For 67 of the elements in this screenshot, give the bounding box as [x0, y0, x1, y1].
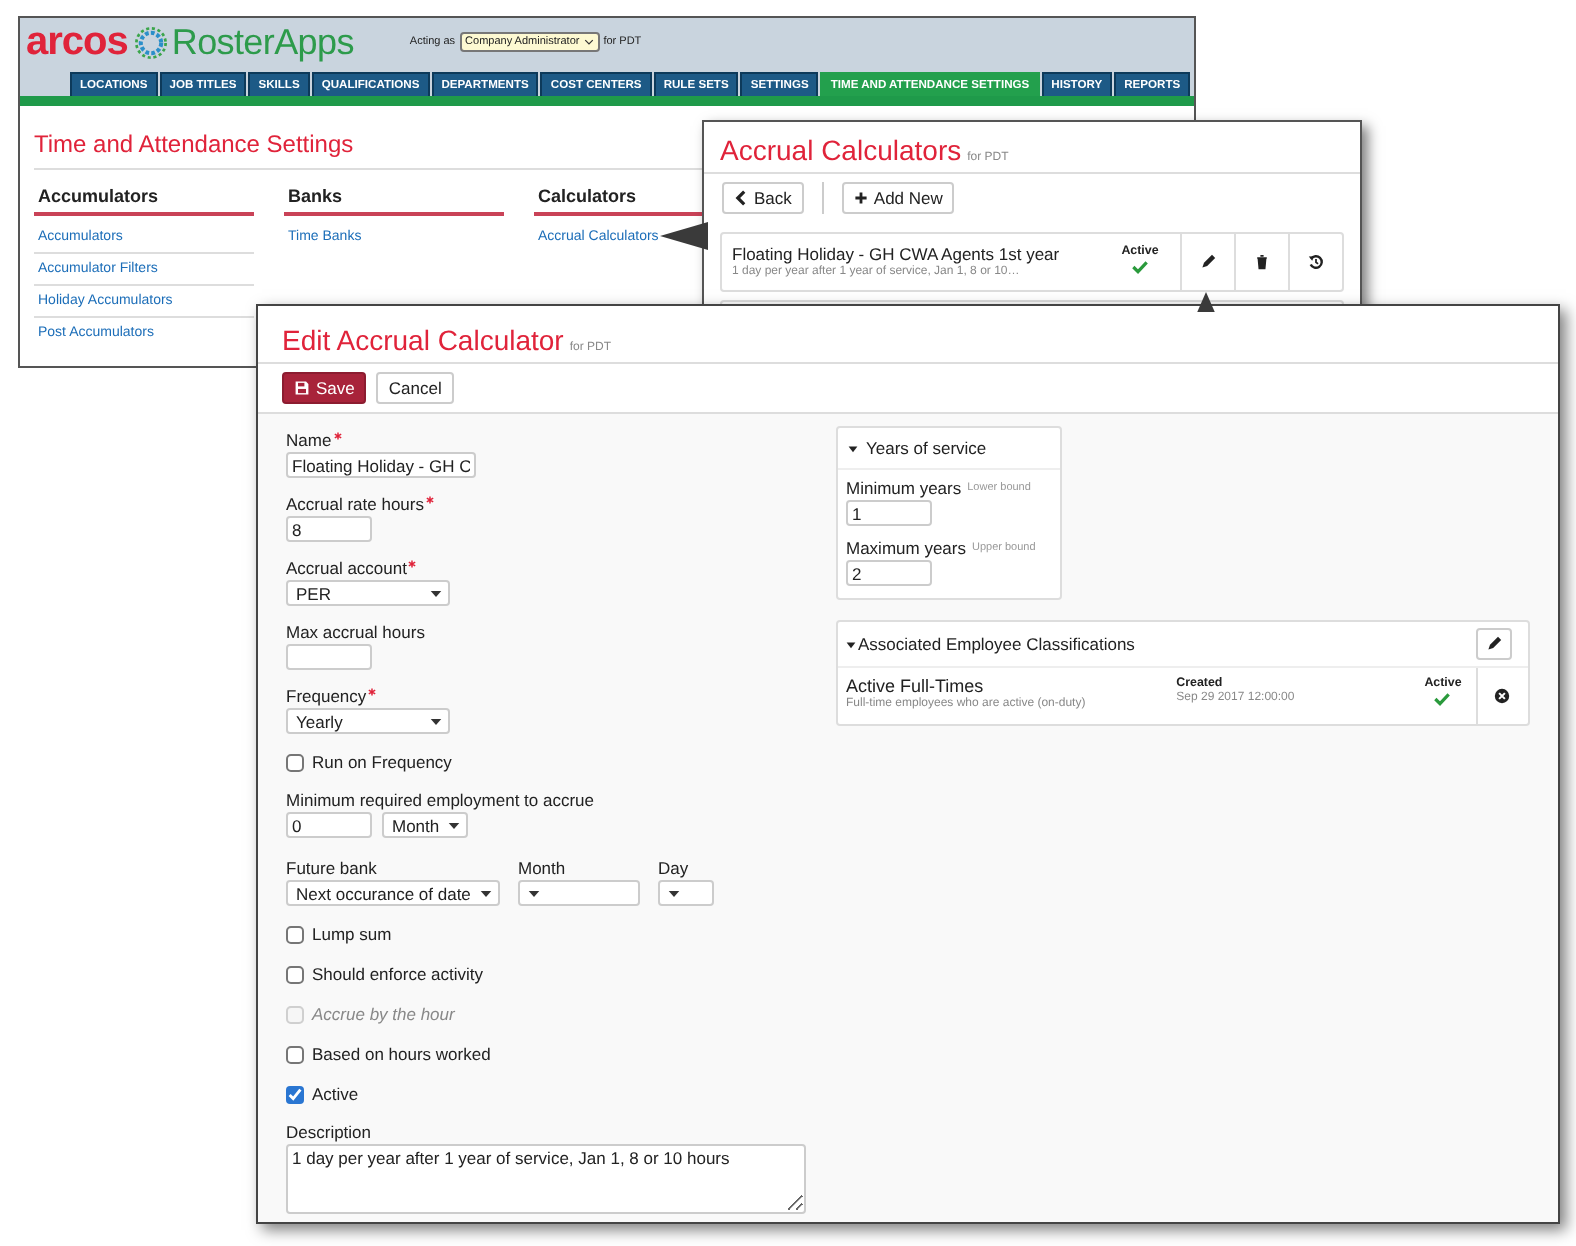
checkbox-label: Based on hours worked	[312, 1044, 491, 1064]
dropdown[interactable]: PER	[286, 580, 450, 606]
dropdown[interactable]: Month	[382, 812, 468, 838]
back-button[interactable]: Back	[722, 182, 804, 214]
caret-icon	[528, 889, 540, 897]
chevron-left-icon	[734, 190, 748, 206]
input-field[interactable]	[286, 644, 372, 670]
field-label: Maximum years	[846, 538, 966, 558]
collapse-triangle-icon[interactable]	[848, 443, 858, 453]
pencil-icon	[1486, 636, 1502, 652]
checkbox[interactable]	[286, 1045, 304, 1063]
field-label: Description	[286, 1122, 372, 1142]
brand-logo-text: arcos	[26, 22, 128, 62]
checkbox[interactable]	[286, 965, 304, 983]
panel-title: Years of service	[866, 438, 987, 458]
field-label: Month	[518, 858, 566, 878]
field-label: Future bank	[286, 858, 377, 878]
field-label: Accrual rate hours	[286, 494, 424, 514]
checkbox-label: Lump sum	[312, 924, 392, 944]
section-heading: Accumulators	[34, 186, 254, 216]
plus-icon	[853, 190, 868, 206]
caret-icon	[430, 589, 442, 597]
field-label: Accrual account	[286, 558, 407, 578]
input-field[interactable]: 0	[286, 812, 372, 838]
caret-icon	[448, 821, 460, 829]
collapse-triangle-icon[interactable]	[846, 639, 856, 649]
dialog-title: Accrual Calculators	[720, 134, 962, 166]
dropdown[interactable]	[658, 880, 714, 906]
checkbox[interactable]	[286, 925, 304, 943]
callout-arrow	[660, 222, 708, 250]
caret-icon	[668, 889, 680, 897]
checkbox-label: Should enforce activity	[312, 964, 484, 984]
checkbox[interactable]	[286, 753, 304, 771]
checkbox-label: Active	[312, 1084, 359, 1104]
edit-button[interactable]	[1476, 628, 1512, 660]
history-icon	[1308, 254, 1324, 270]
calculator-name: Floating Holiday - GH CWA Agents 1st year	[732, 244, 1062, 264]
field-label: Max accrual hours	[286, 622, 425, 642]
input-field[interactable]: 2	[846, 560, 932, 586]
caret-icon	[583, 38, 594, 46]
checkbox-label: Run on Frequency	[312, 752, 452, 772]
dropdown[interactable]: Next occurance of date	[286, 880, 500, 906]
input-field[interactable]: 8	[286, 516, 372, 542]
gear-logo-icon	[133, 25, 168, 59]
section-heading: Banks	[284, 186, 504, 216]
input-field[interactable]: 1	[846, 500, 932, 526]
dialog-title: Edit Accrual Calculator	[282, 324, 564, 356]
dropdown[interactable]: Yearly	[286, 708, 450, 734]
classification-name: Active Full-Times	[846, 676, 986, 696]
cancel-button[interactable]: Cancel	[376, 372, 454, 404]
checkbox[interactable]	[286, 1085, 304, 1103]
checkbox-label: Accrue by the hour	[312, 1004, 455, 1024]
add-new-button[interactable]: Add New	[841, 182, 955, 214]
pencil-icon	[1200, 254, 1216, 270]
field-label: Frequency	[286, 686, 367, 706]
field-label: Name	[286, 430, 332, 450]
product-logo-text: RosterApps	[171, 22, 354, 62]
trash-icon	[1254, 254, 1270, 270]
description-field[interactable]: 1 day per year after 1 year of service, Jan 1, 8 or 10 hours	[286, 1144, 806, 1214]
field-label: Day	[658, 858, 689, 878]
field-label: Minimum years	[846, 478, 962, 498]
close-circle-icon	[1494, 688, 1511, 704]
save-button[interactable]: Save	[282, 372, 367, 404]
caret-icon	[430, 717, 442, 725]
caret-icon	[480, 889, 492, 897]
field-label: Minimum required employment to accrue	[286, 790, 595, 810]
panel-title: Associated Employee Classifications	[858, 634, 1137, 654]
